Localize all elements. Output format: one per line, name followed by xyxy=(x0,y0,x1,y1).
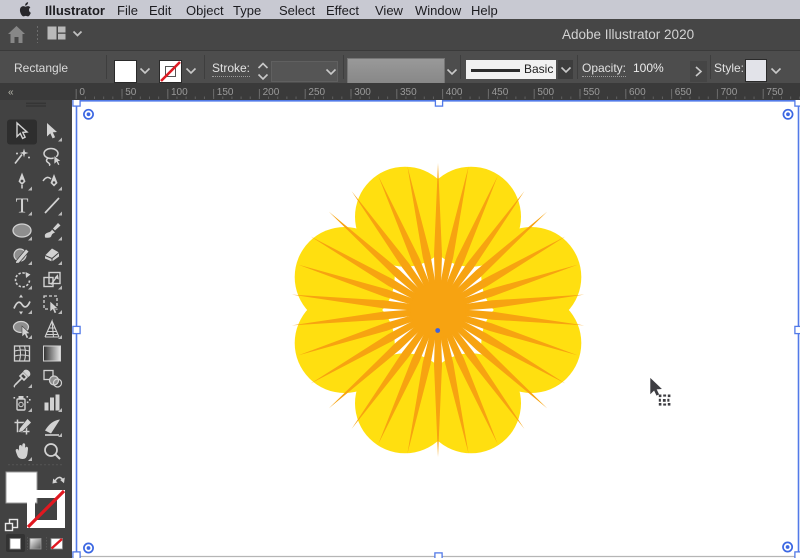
svg-text:450: 450 xyxy=(492,87,509,98)
svg-text:100: 100 xyxy=(171,87,188,98)
svg-text:600: 600 xyxy=(629,87,646,98)
svg-text:250: 250 xyxy=(308,87,325,98)
svg-text:500: 500 xyxy=(537,87,554,98)
svg-text:350: 350 xyxy=(400,87,417,98)
svg-text:550: 550 xyxy=(583,87,600,98)
svg-text:150: 150 xyxy=(217,87,234,98)
svg-text:0: 0 xyxy=(79,87,85,98)
svg-text:300: 300 xyxy=(354,87,371,98)
svg-text:200: 200 xyxy=(263,87,280,98)
svg-text:400: 400 xyxy=(446,87,463,98)
svg-text:«: « xyxy=(8,87,14,98)
svg-text:700: 700 xyxy=(721,87,738,98)
svg-text:650: 650 xyxy=(675,87,692,98)
svg-text:50: 50 xyxy=(125,87,137,98)
svg-text:T: T xyxy=(16,194,29,218)
svg-text:750: 750 xyxy=(766,87,783,98)
